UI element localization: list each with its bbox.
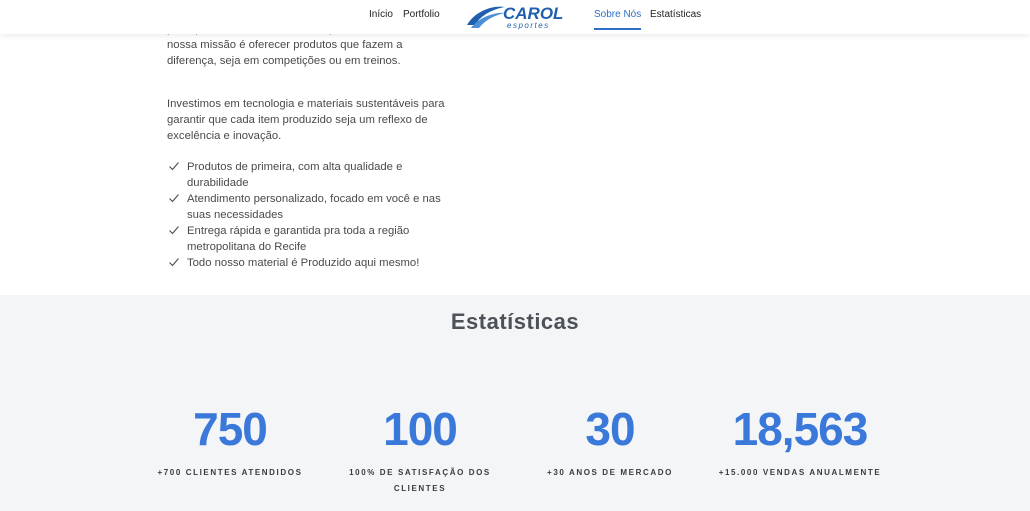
nav-link-inicio[interactable]: Início bbox=[369, 9, 393, 28]
stat-card: 100 100% de satisfação dos clientes bbox=[335, 403, 505, 497]
stat-label: +15.000 vendas anualmente bbox=[718, 468, 882, 477]
stat-label: +30 anos de mercado bbox=[547, 468, 673, 477]
check-icon bbox=[169, 226, 179, 235]
about-paragraph-2: Investimos em tecnologia e materiais sus… bbox=[167, 98, 445, 142]
carol-esportes-logo[interactable]: CAROL esportes bbox=[465, 3, 567, 30]
stat-number: 18,563 bbox=[732, 403, 869, 455]
stat-card: 30 +30 anos de mercado bbox=[525, 403, 695, 481]
about-section: pela qualidade. Com anos de experiência … bbox=[0, 0, 1030, 295]
logo-subtext: esportes bbox=[507, 21, 550, 30]
stats-section: Estatísticas 750 +700 clientes atendidos… bbox=[0, 295, 1030, 511]
stat-label: 100% de satisfação dos clientes bbox=[349, 468, 491, 493]
feature-item: Atendimento personalizado, focado em voc… bbox=[167, 191, 447, 223]
check-icon bbox=[169, 258, 179, 267]
check-icon bbox=[169, 194, 179, 203]
feature-text: Entrega rápida e garantida pra toda a re… bbox=[187, 225, 410, 253]
nav-link-sobre-nos[interactable]: Sobre Nós bbox=[594, 9, 642, 30]
check-icon bbox=[169, 162, 179, 171]
top-navbar: Início Portfolio CAROL esportes Sobre Nó… bbox=[0, 0, 1030, 34]
stat-number: 30 bbox=[585, 403, 635, 455]
feature-text: Produtos de primeira, com alta qualidade… bbox=[187, 161, 403, 189]
stat-label: +700 clientes atendidos bbox=[157, 468, 303, 477]
stat-card: 750 +700 clientes atendidos bbox=[145, 403, 315, 481]
nav-link-portfolio[interactable]: Portfolio bbox=[403, 9, 440, 28]
feature-text: Atendimento personalizado, focado em voc… bbox=[187, 193, 441, 221]
stats-title: Estatísticas bbox=[450, 309, 580, 334]
feature-item: Produtos de primeira, com alta qualidade… bbox=[167, 159, 447, 191]
stat-number: 750 bbox=[193, 403, 268, 455]
feature-item: Todo nosso material é Produzido aqui mes… bbox=[167, 255, 447, 271]
feature-text: Todo nosso material é Produzido aqui mes… bbox=[187, 257, 420, 269]
features-list: Produtos de primeira, com alta qualidade… bbox=[167, 159, 447, 271]
stat-card: 18,563 +15.000 vendas anualmente bbox=[715, 403, 885, 481]
nav-link-estatisticas[interactable]: Estatísticas bbox=[650, 9, 701, 28]
feature-item: Entrega rápida e garantida pra toda a re… bbox=[167, 223, 447, 255]
stat-number: 100 bbox=[383, 403, 458, 455]
